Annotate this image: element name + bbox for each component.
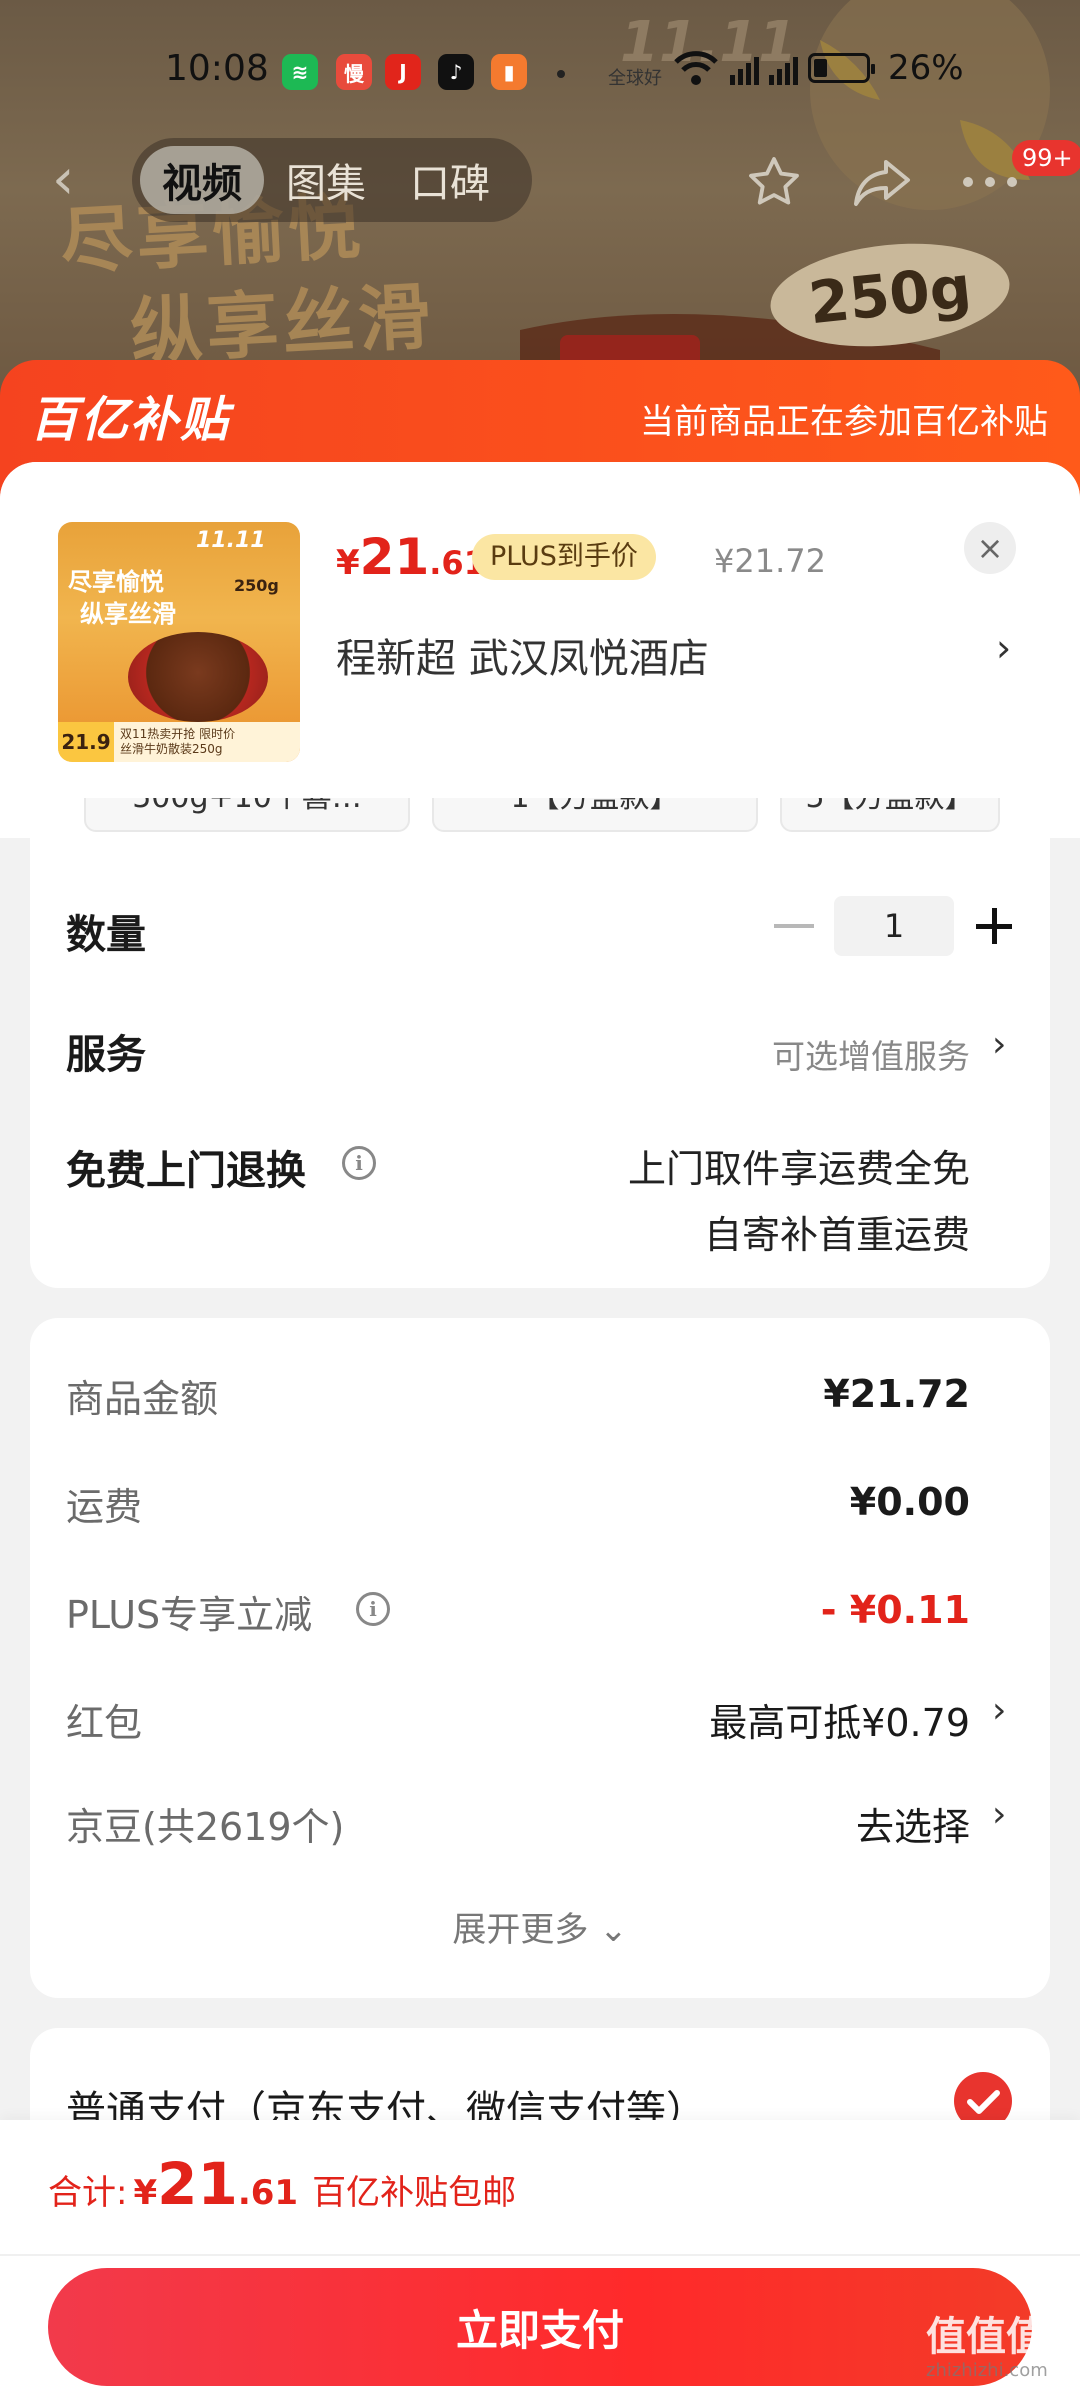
thumb-event-label: 11.11 (196, 528, 266, 553)
footer-divider (0, 2254, 1080, 2256)
expand-more-button[interactable]: 展开更多 ⌄ (30, 1902, 1050, 1951)
plus-price-tag: PLUS到手价 (472, 534, 656, 580)
thumb-price-desc: 双11热卖开抢 限时价 丝滑牛奶散装250g (114, 727, 235, 757)
red-packet-label: 红包 (66, 1701, 143, 1745)
checkout-sheet: 11.11 尽享愉悦 纵享丝滑 250g 21.9 双11热卖开抢 限时价 丝滑… (0, 462, 1080, 2400)
subsidy-logo: 百亿补贴 (30, 392, 231, 448)
return-pickup-note: 上门取件享运费全免 (627, 1147, 970, 1191)
network-label: 全球好 (608, 68, 662, 89)
plus-discount-label: PLUS专享立减 (66, 1593, 313, 1637)
free-shipping-note: 百亿补贴包邮 (312, 2173, 517, 2213)
product-thumbnail[interactable]: 11.11 尽享愉悦 纵享丝滑 250g 21.9 双11热卖开抢 限时价 丝滑… (58, 522, 300, 762)
plus-price: ¥ 21 .61 (336, 528, 486, 588)
jd-icon: J (385, 54, 421, 90)
spec-chip[interactable]: 1【方盒款】 (432, 798, 758, 832)
status-right-group: 26% (672, 48, 964, 88)
price-breakdown-card: 商品金额 ¥21.72 运费 ¥0.00 PLUS专享立减 i - ¥0.11 … (30, 1318, 1050, 1998)
price-integer: 21 (359, 528, 430, 586)
thumb-price-tag: 21.9 (58, 722, 114, 762)
thumb-slogan-line2: 纵享丝滑 (80, 599, 176, 628)
tiktok-icon: ♪ (438, 54, 474, 90)
chocolate-plate-image (128, 632, 268, 722)
thumb-desc-line2: 丝滑牛奶散装250g (120, 742, 223, 756)
return-self-send-note: 自寄补首重运费 (703, 1213, 970, 1257)
order-total: 合计: ¥ 21 .61 百亿补贴包邮 (48, 2150, 516, 2220)
checkout-footer: 合计: ¥ 21 .61 百亿补贴包邮 立即支付 (0, 2120, 1080, 2400)
jd-beans-value[interactable]: 去选择 (856, 1796, 970, 1851)
thumb-weight: 250g (234, 576, 279, 595)
total-currency: ¥ (133, 2173, 158, 2213)
pay-now-button[interactable]: 立即支付 (48, 2268, 1032, 2386)
total-integer: 21 (157, 2150, 238, 2218)
info-icon[interactable]: i (342, 1146, 376, 1180)
quantity-input[interactable]: 1 (834, 896, 954, 956)
product-header: 11.11 尽享愉悦 纵享丝滑 250g 21.9 双11热卖开抢 限时价 丝滑… (0, 462, 1080, 798)
tab-video[interactable]: 视频 (140, 146, 264, 214)
service-label: 服务 (66, 1032, 146, 1078)
quantity-decrease-button[interactable] (774, 924, 814, 928)
shipping-value: ¥0.00 (849, 1480, 970, 1524)
free-return-label: 免费上门退换 (66, 1148, 306, 1194)
total-decimal: .61 (237, 2173, 299, 2213)
manman-app-icon: 慢 (336, 54, 372, 90)
service-hint[interactable]: 可选增值服务 (772, 1030, 970, 1078)
quantity-increase-button[interactable] (976, 908, 1012, 944)
chevron-right-icon[interactable]: › (992, 1690, 1006, 1731)
total-label: 合计: (48, 2173, 128, 2213)
status-bar: 10:08 ≋ 慢 J ♪ ▮ 全球好 26% (0, 40, 1080, 104)
signal-5g-2-icon (769, 51, 798, 85)
chevron-right-icon[interactable]: › (992, 1024, 1006, 1065)
info-icon[interactable]: i (356, 1592, 390, 1626)
red-packet-value[interactable]: 最高可抵¥0.79 (709, 1692, 970, 1747)
original-price: ¥21.72 (714, 542, 826, 580)
subsidy-note: 当前商品正在参加百亿补贴 (640, 402, 1048, 442)
wifi-icon (674, 51, 718, 85)
plus-discount-value: - ¥0.11 (820, 1588, 970, 1632)
spotify-icon: ≋ (282, 54, 318, 90)
chevron-right-icon[interactable]: › (992, 1794, 1006, 1835)
thumb-desc-line1: 双11热卖开抢 限时价 (120, 727, 236, 741)
site-watermark: 值值值 (926, 2314, 1046, 2360)
share-icon[interactable] (852, 152, 912, 212)
close-icon[interactable]: × (964, 522, 1016, 574)
price-currency: ¥ (336, 543, 360, 583)
spec-options: 500g+10个喜… 1【方盒款】 5【方盒款】 (0, 798, 1080, 838)
spec-chip[interactable]: 500g+10个喜… (84, 798, 410, 832)
status-time: 10:08 (165, 48, 269, 89)
battery-icon (808, 53, 875, 83)
message-count-badge: 99+ (1012, 140, 1080, 176)
delivery-address[interactable]: 程新超 武汉凤悦酒店 (336, 626, 709, 684)
battery-level (814, 59, 827, 77)
shipping-label: 运费 (66, 1485, 143, 1529)
jd-beans-label: 京豆(共2619个) (66, 1805, 345, 1849)
quantity-label: 数量 (66, 912, 146, 958)
site-watermark-url: zhizhizhi.com (926, 2360, 1048, 2381)
more-icon[interactable] (960, 152, 1020, 212)
media-tabs: 视频 图集 口碑 (132, 138, 532, 222)
thumb-price-strip: 21.9 双11热卖开抢 限时价 丝滑牛奶散装250g (58, 722, 300, 762)
tab-reviews[interactable]: 口碑 (388, 146, 512, 214)
spec-chip[interactable]: 5【方盒款】 (780, 798, 1000, 832)
order-options-card: 数量 1 服务 可选增值服务 › 免费上门退换 i 上门取件享运费全免 自寄补首… (30, 838, 1050, 1288)
notification-dot (557, 70, 565, 78)
reader-app-icon: ▮ (491, 54, 527, 90)
tab-gallery[interactable]: 图集 (264, 146, 388, 214)
favorite-star-icon[interactable] (744, 152, 804, 212)
signal-5g-1-icon (730, 51, 759, 85)
thumb-slogan-line1: 尽享愉悦 (68, 567, 164, 596)
battery-percent: 26% (888, 48, 964, 88)
goods-amount-label: 商品金额 (66, 1377, 219, 1421)
chevron-right-icon[interactable]: › (996, 626, 1011, 670)
back-icon[interactable]: ‹ (52, 150, 96, 210)
goods-amount-value: ¥21.72 (823, 1372, 970, 1416)
